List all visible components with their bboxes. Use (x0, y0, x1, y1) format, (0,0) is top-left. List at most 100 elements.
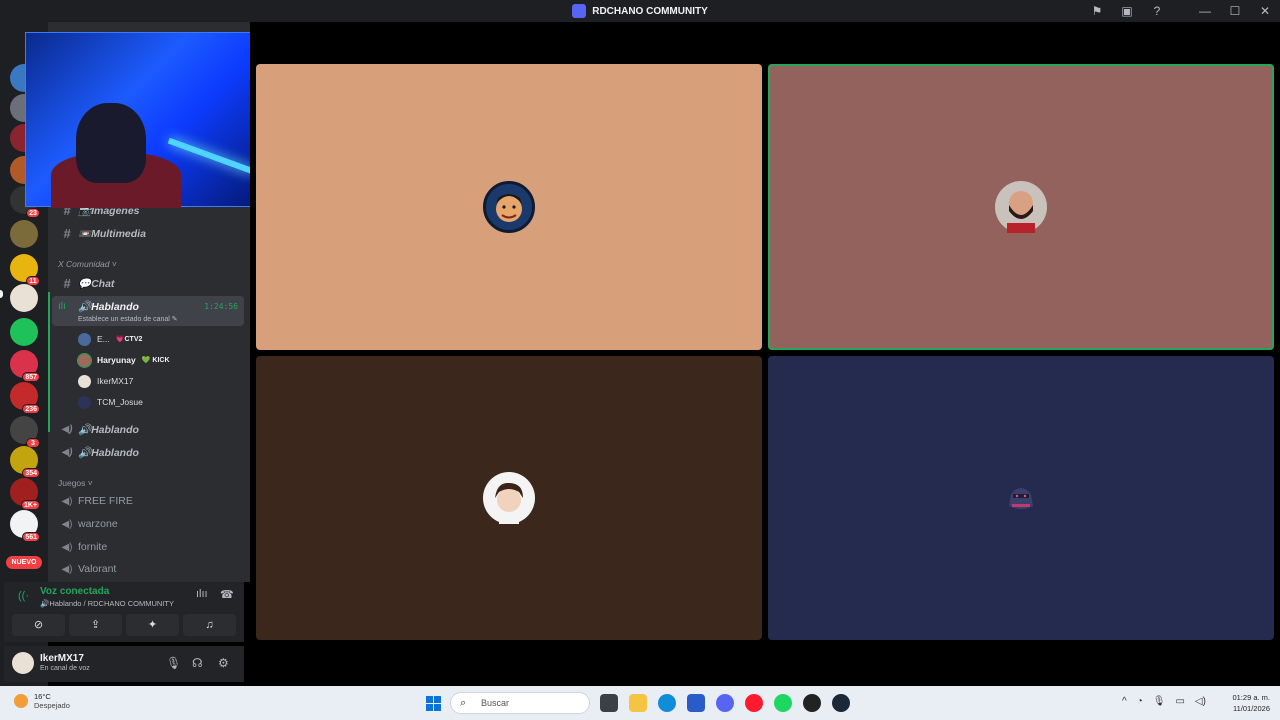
server-icon[interactable]: 11 (10, 254, 40, 286)
speaker-icon: ◀) (61, 495, 73, 507)
window-controls: ⚑ ▣ ? — ☐ ✕ (1082, 0, 1280, 22)
hash-icon: # (63, 225, 71, 241)
bearded-man-icon (1007, 191, 1035, 233)
server-icon[interactable]: 857 (10, 350, 40, 382)
steam-icon[interactable] (832, 694, 850, 712)
pinned-apps (600, 694, 850, 712)
taskbar-search[interactable]: ⌕ Buscar (450, 692, 590, 714)
inbox-icon[interactable]: ▣ (1112, 4, 1142, 18)
window-title-text: RDCHANO COMMUNITY (592, 5, 708, 17)
voice-connected-subtitle[interactable]: 🔊Hablando / RDCHANO COMMUNITY (40, 599, 174, 608)
system-tray: ^ ◔ 🎙 ▭ ◁) (1122, 696, 1206, 707)
activities-icon[interactable]: ✦ (126, 614, 179, 636)
opera-icon[interactable] (745, 694, 763, 712)
weather-condition: Despejado (34, 701, 70, 710)
channel-label: FREE FIRE (78, 495, 133, 507)
camera-off-icon[interactable]: ⊘ (12, 614, 65, 636)
voice-channel-warzone[interactable]: ◀) warzone (56, 514, 118, 534)
obs-icon[interactable] (803, 694, 821, 712)
discord-icon[interactable] (716, 694, 734, 712)
clock[interactable]: 01:29 a. m. 11/01/2026 (1232, 692, 1270, 714)
voice-indicator-bar (48, 292, 50, 432)
server-icon[interactable]: 561 (10, 510, 40, 542)
microphone-icon[interactable]: 🎙 (1153, 696, 1166, 707)
category-juegos[interactable]: Juegos ˅ (58, 478, 93, 488)
signal-icon[interactable]: ((· (18, 590, 29, 602)
display-icon[interactable]: ▭ (1175, 696, 1184, 707)
avatar (78, 395, 91, 409)
channel-label: 🔊Hablando (78, 423, 139, 436)
noise-suppression-icon[interactable]: ılıı (196, 588, 208, 600)
anime-boy-avatar (483, 472, 535, 524)
chevron-up-icon[interactable]: ^ (1122, 696, 1127, 707)
ninja-avatar (995, 472, 1047, 524)
avatar[interactable] (12, 652, 34, 674)
new-badge[interactable]: NUEVO (6, 556, 42, 569)
participant-tile-2[interactable] (768, 64, 1274, 350)
server-icon[interactable]: 3 (10, 416, 40, 448)
store-icon[interactable] (687, 694, 705, 712)
speaker-icon: ◀) (61, 446, 73, 458)
edge-icon[interactable] (658, 694, 676, 712)
server-icon[interactable] (10, 318, 38, 346)
close-icon[interactable]: ✕ (1250, 4, 1280, 18)
volume-icon[interactable]: ◁) (1195, 696, 1206, 707)
screen-share-icon[interactable]: ⇪ (69, 614, 122, 636)
voice-member[interactable]: Haryunay 💚 KICK (77, 351, 170, 369)
voice-member[interactable]: IkerMX17 (78, 372, 133, 390)
microphone-icon[interactable]: 🎙 (166, 656, 181, 670)
voice-channel-valorant[interactable]: ◀) Valorant (56, 559, 116, 579)
taskbar: 16°C Despejado ⌕ Buscar ^ ◔ 🎙 ▭ ◁) 01:29… (0, 686, 1280, 720)
participant-tile-3[interactable] (256, 356, 762, 640)
voice-channel-hablando-2[interactable]: ◀) 🔊Hablando (56, 419, 139, 439)
headphones-icon[interactable]: ☊ (192, 656, 203, 670)
voice-channel-fornite[interactable]: ◀) fornite (56, 537, 107, 557)
settings-icon[interactable]: ⚙ (218, 656, 229, 670)
disconnect-icon[interactable]: ☎ (220, 588, 234, 601)
flag-icon[interactable]: ⚑ (1082, 4, 1112, 18)
member-name: IkerMX17 (97, 376, 134, 386)
network-icon[interactable]: ◔ (1137, 696, 1143, 707)
voice-connected-title[interactable]: Voz conectada (40, 586, 109, 597)
window-title: RDCHANO COMMUNITY (572, 4, 708, 18)
server-icon (572, 4, 587, 18)
task-view-icon[interactable] (600, 694, 618, 712)
file-explorer-icon[interactable] (629, 694, 647, 712)
anime-boy-icon (495, 482, 523, 524)
member-tag: 💗CTV2 (115, 336, 143, 343)
start-button[interactable] (426, 696, 441, 711)
voice-connected-panel: ((· Voz conectada 🔊Hablando / RDCHANO CO… (4, 582, 244, 642)
channel-multimedia[interactable]: # 📼Multimedia (56, 223, 146, 243)
server-icon[interactable]: 354 (10, 446, 40, 478)
voice-channel-hablando-3[interactable]: ◀) 🔊Hablando (56, 442, 138, 462)
avatar (77, 352, 92, 368)
hash-icon: # (63, 275, 71, 291)
help-icon[interactable]: ? (1142, 4, 1172, 18)
speaker-icon: ◀) (61, 518, 73, 530)
server-icon[interactable]: 236 (10, 382, 40, 414)
spotify-icon[interactable] (774, 694, 792, 712)
channel-chat[interactable]: # 💬Chat (56, 273, 114, 293)
voice-actions: ⊘ ⇪ ✦ ♫ (12, 614, 236, 636)
weather-widget[interactable]: 16°C Despejado (14, 692, 70, 710)
unread-badge: 23 (26, 208, 40, 218)
voice-member[interactable]: TCM_Josue (78, 393, 143, 411)
server-icon[interactable] (10, 284, 38, 312)
category-comunidad[interactable]: X Comunidad ˅ (58, 259, 117, 269)
server-icon[interactable] (10, 220, 38, 248)
participant-tile-1[interactable] (256, 64, 762, 350)
maximize-icon[interactable]: ☐ (1220, 4, 1250, 18)
unread-badge: 1K+ (20, 500, 40, 510)
search-icon: ⌕ (460, 697, 467, 709)
user-status: En canal de voz (40, 665, 90, 672)
voice-member[interactable]: E... 💗CTV2 (78, 330, 142, 348)
channel-status[interactable]: Establece un estado de canal ✎ (78, 315, 178, 323)
server-icon[interactable]: 1K+ (10, 478, 40, 510)
active-voice-channel[interactable]: ılı 🔊Hablando Establece un estado de can… (52, 296, 244, 326)
soundboard-icon[interactable]: ♫ (183, 614, 236, 636)
minimize-icon[interactable]: — (1190, 4, 1220, 18)
participant-tile-4[interactable] (768, 356, 1274, 640)
voice-channel-free-fire[interactable]: ◀) FREE FIRE (56, 491, 133, 511)
temperature: 16°C (34, 692, 51, 701)
channel-label: warzone (78, 518, 118, 530)
